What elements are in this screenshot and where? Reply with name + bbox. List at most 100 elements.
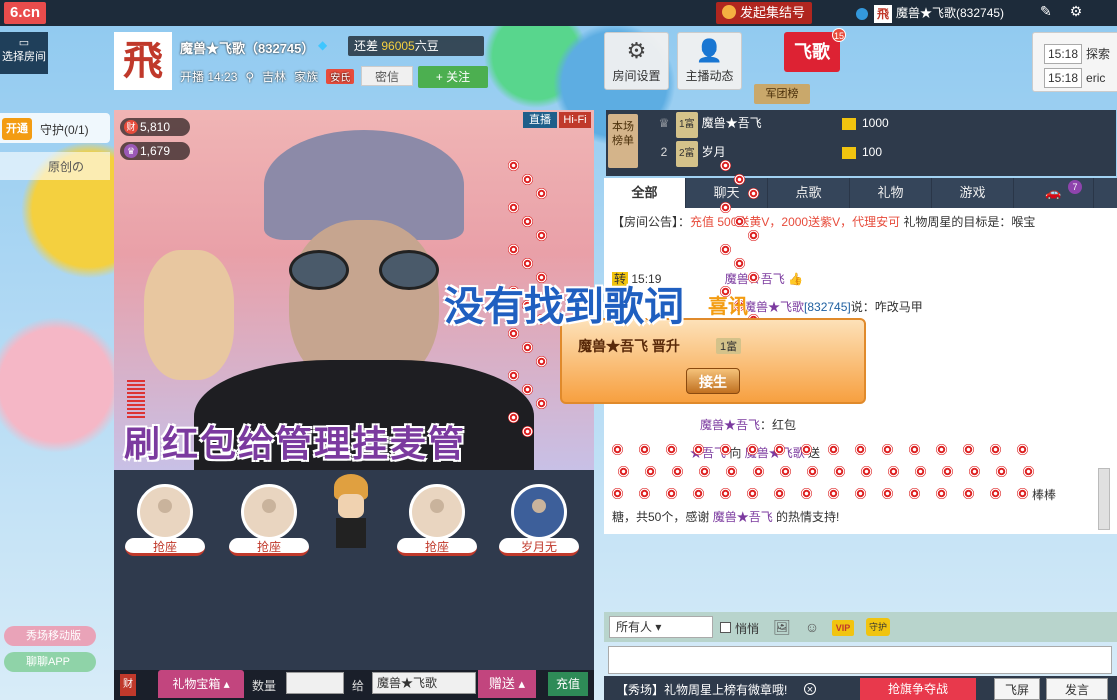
car-badge: 7 xyxy=(1068,180,1082,194)
send-message-button[interactable]: 发言 xyxy=(1046,678,1108,700)
grab-flag-button[interactable]: 抢旗争夺战 xyxy=(860,678,976,700)
ranking-row[interactable]: ♕ 1富 魔兽★吾飞 xyxy=(656,110,762,138)
host-news-button[interactable]: 👤 主播动态 xyxy=(677,32,742,90)
tab-song[interactable]: 点歌 xyxy=(768,178,850,208)
chat-app-button[interactable]: 聊聊APP xyxy=(4,652,96,672)
lollipop-icon xyxy=(882,488,893,499)
streamer-avatar[interactable]: 飛 xyxy=(114,32,172,90)
notification-time: 15:18 xyxy=(1044,68,1083,88)
room-settings-button[interactable]: ⚙ 房间设置 xyxy=(604,32,669,90)
recipient-dropdown[interactable]: 所有人 ▾ xyxy=(609,616,713,638)
start-rally-button[interactable]: 发起集结号 xyxy=(716,2,812,24)
seat-4[interactable]: 岁月无 xyxy=(496,484,582,556)
gear-icon[interactable]: ⚙ xyxy=(1070,3,1083,19)
close-icon[interactable]: × xyxy=(804,683,816,696)
message-input[interactable] xyxy=(608,646,1112,674)
lollipop-icon xyxy=(720,488,731,499)
seat-2[interactable]: 抢座 xyxy=(226,484,312,556)
notification-item[interactable]: 15:18 探索 xyxy=(1044,44,1111,64)
quantity-input[interactable] xyxy=(286,672,344,694)
tab-car[interactable]: 🚗 xyxy=(1014,178,1094,208)
lollipop-icon xyxy=(996,466,1007,477)
gift-box-button[interactable]: 礼物宝箱 ▴ xyxy=(158,670,244,698)
send-gift-button[interactable]: 赠送 ▴ xyxy=(478,670,536,698)
lollipop-icon xyxy=(855,488,866,499)
edit-icon[interactable]: ✎ xyxy=(1040,3,1052,19)
tab-game[interactable]: 游戏 xyxy=(932,178,1014,208)
user-menu[interactable]: 飛魔兽★飞歌(832745) xyxy=(856,3,1004,23)
seat-3[interactable]: 抢座 xyxy=(394,484,480,556)
image-icon[interactable]: 🖼 xyxy=(772,618,792,636)
chat-message: 魔兽★飞歌[832745]说：咋改马甲 xyxy=(744,298,923,316)
lollipop-icon xyxy=(834,466,845,477)
family-tag[interactable]: 安氏 xyxy=(326,69,355,84)
grab-seat-label: 抢座 xyxy=(125,538,205,556)
gift-box-label: 礼物宝箱 xyxy=(172,677,221,691)
level-up-user: 魔兽★吾飞 xyxy=(578,338,648,354)
guard-icon[interactable]: 守护 xyxy=(866,618,890,636)
ranking-button[interactable]: 本场榜单 xyxy=(608,114,638,168)
open-guard-button[interactable]: 开通 xyxy=(2,118,32,140)
lollipop-icon xyxy=(618,466,629,477)
lollipop-icon xyxy=(936,488,947,499)
lollipop-icon xyxy=(508,160,519,171)
recipient-select[interactable]: 魔兽★飞歌 xyxy=(372,672,476,694)
lollipop-icon xyxy=(536,188,547,199)
follow-button[interactable]: + 关注 xyxy=(418,66,488,88)
fans-value: 1,679 xyxy=(140,144,171,158)
site-logo[interactable]: 6.cn xyxy=(4,2,46,24)
whisper-checkbox[interactable] xyxy=(720,622,731,633)
private-message-button[interactable]: 密信 xyxy=(361,66,413,86)
streamer-name: 魔兽★飞歌（832745） xyxy=(180,41,315,56)
fly-screen-button[interactable]: 飞屏 xyxy=(994,678,1040,700)
select-room-button[interactable]: ▭ 选择房间 xyxy=(0,32,48,74)
chat-user[interactable]: 魔兽★吾飞 xyxy=(713,510,773,524)
chat-scrollbar[interactable] xyxy=(1098,468,1110,530)
chat-text: 糖，共50个，感谢 xyxy=(612,510,713,524)
notification-text: 探索 xyxy=(1086,47,1111,61)
notice-prefix: 【房间公告】： xyxy=(612,215,691,229)
lollipop-icon xyxy=(522,342,533,353)
ticker-text: 【秀场】礼物周星上榜有微章哦! xyxy=(616,683,788,697)
thumbs-up-icon: 👍 xyxy=(788,272,804,286)
grab-seat-label: 抢座 xyxy=(229,538,309,556)
lollipop-icon xyxy=(720,444,731,455)
top-icons: ✎ ⚙ xyxy=(1040,3,1100,20)
lollipop-icon xyxy=(734,174,745,185)
send-gift-label: 赠送 xyxy=(488,676,515,691)
trophy-icon: ♕ xyxy=(658,116,670,130)
dog-sticker xyxy=(144,250,234,380)
lollipop-icon xyxy=(969,466,980,477)
mobile-version-button[interactable]: 秀场移动版 xyxy=(4,626,96,646)
lollipop-icon xyxy=(508,412,519,423)
level-up-badge: 1富 xyxy=(716,338,742,354)
recharge-button[interactable]: 充值 xyxy=(548,672,588,696)
recipient-dropdown-label: 所有人 xyxy=(616,620,653,634)
ranking-row[interactable]: 2 2富 岁月 xyxy=(656,139,726,167)
rank-score: 1000 xyxy=(842,110,889,136)
hifi-badge[interactable]: Hi-Fi xyxy=(559,112,591,128)
vip-icon[interactable]: VIP xyxy=(832,620,854,636)
volume-meter xyxy=(127,380,145,420)
rank-number: 2 xyxy=(660,145,668,159)
room-notice: 【房间公告】：充值 500送黄V，2000送紫V，代理安可 礼物周星的目标是：喉… xyxy=(612,212,1102,232)
live-badge: 直播 xyxy=(523,112,557,128)
flag-button[interactable]: 飞歌 xyxy=(784,32,840,72)
lollipop-icon xyxy=(734,258,745,269)
lollipop-icon xyxy=(855,444,866,455)
chat-user[interactable]: 魔兽★吾飞 xyxy=(700,418,760,432)
room-settings-label: 房间设置 xyxy=(612,69,661,83)
congratulate-button[interactable]: 接生 xyxy=(686,368,740,394)
guard-member-name[interactable]: 原创の xyxy=(48,158,84,175)
notification-item[interactable]: 15:18 eric xyxy=(1044,68,1105,88)
tab-gift[interactable]: 礼物 xyxy=(850,178,932,208)
lyric-overlay: 没有找到歌词 xyxy=(444,285,684,329)
army-rank-button[interactable]: 军团榜 xyxy=(754,84,810,104)
lollipop-icon xyxy=(536,230,547,241)
seat-1[interactable]: 抢座 xyxy=(122,484,208,556)
emoji-icon[interactable]: ☺ xyxy=(802,618,822,636)
chat-user[interactable]: 魔兽★飞歌 xyxy=(744,300,804,314)
lollipop-icon xyxy=(915,466,926,477)
lollipop-icon xyxy=(748,272,759,283)
tab-all[interactable]: 全部 xyxy=(604,178,686,208)
